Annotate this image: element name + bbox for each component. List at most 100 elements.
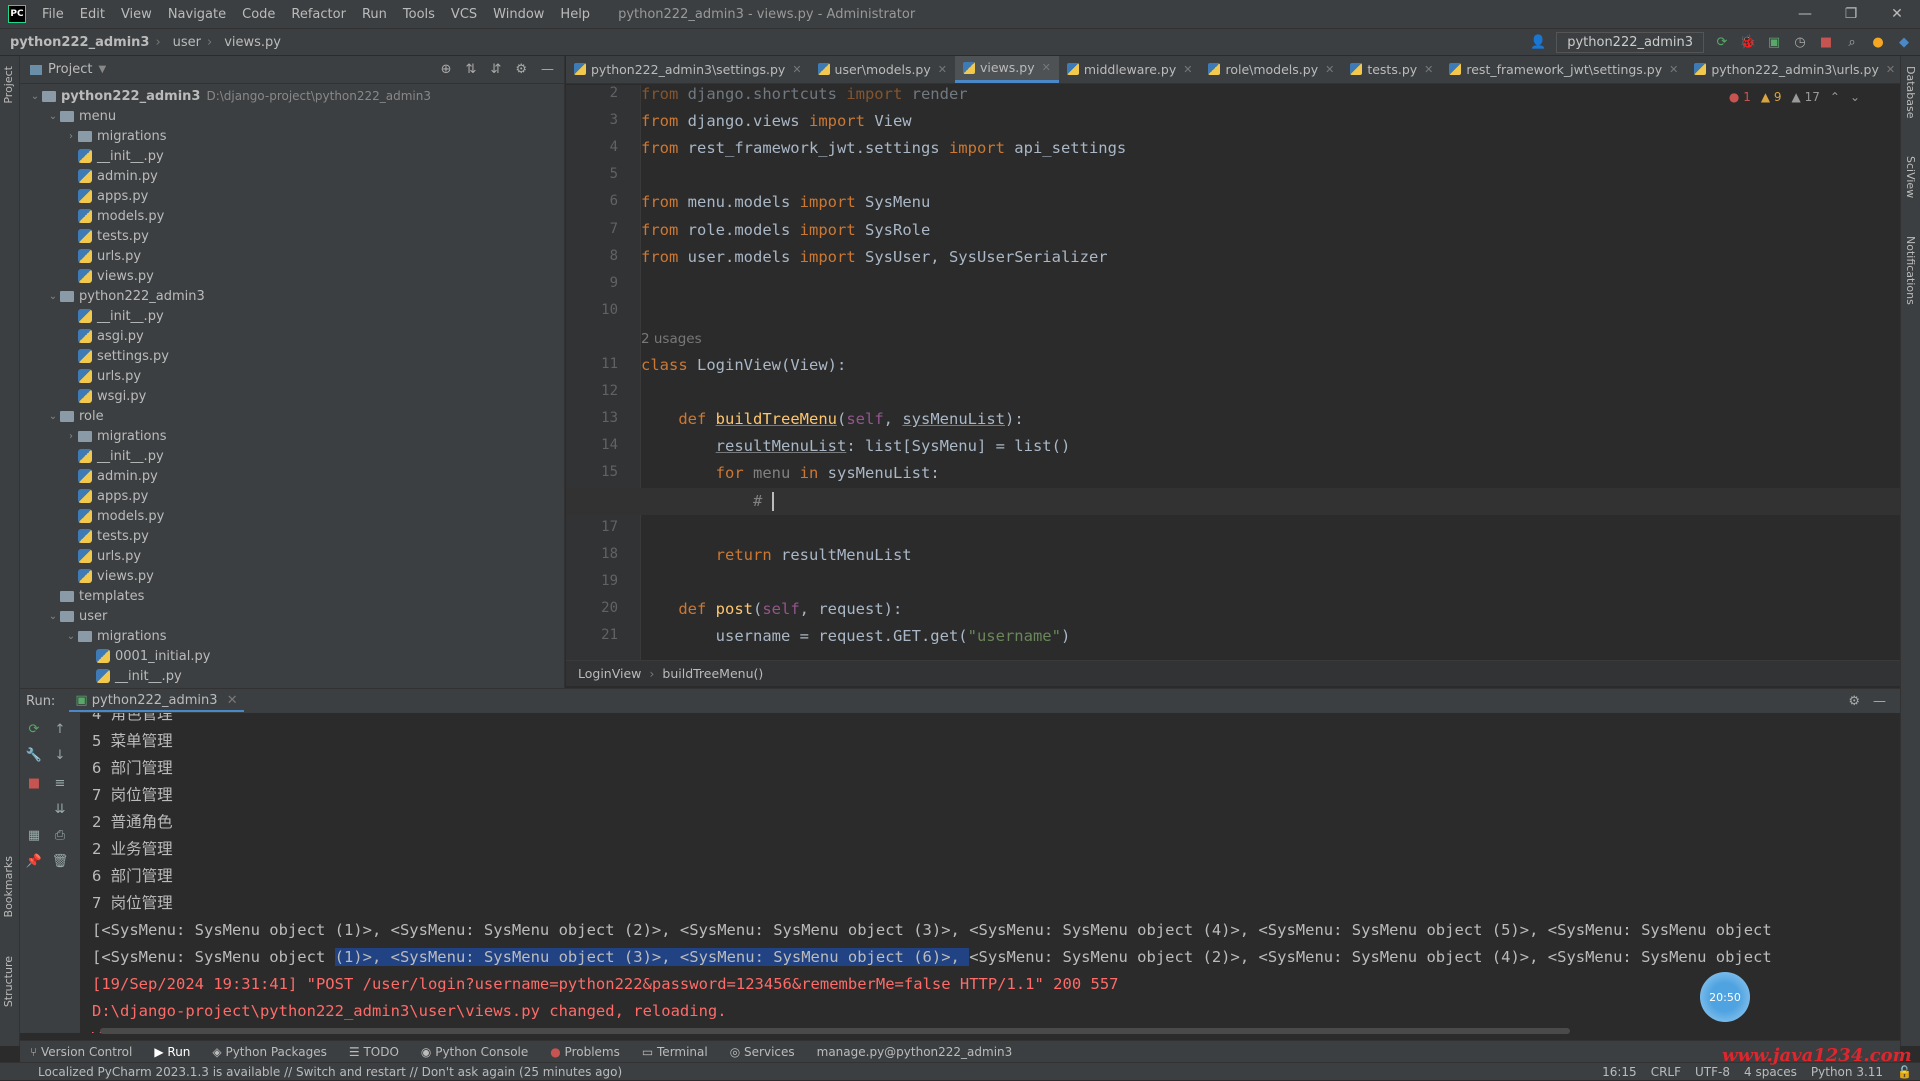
breadcrumb-folder[interactable]: user <box>163 35 205 50</box>
scroll-to-end-icon[interactable]: ⇊ <box>52 801 68 817</box>
warning-count[interactable]: ▲ 9 <box>1761 90 1782 104</box>
tree-file[interactable]: urls.py <box>20 366 564 386</box>
bookmarks-tool-button[interactable]: Bookmarks <box>2 856 15 917</box>
tree-folder[interactable]: ⌄ python222_admin3 D:\django-project\pytho… <box>20 86 564 106</box>
chevron-up-icon[interactable]: ⌃ <box>1830 90 1840 104</box>
line-separator[interactable]: CRLF <box>1651 1065 1681 1079</box>
editor-tab[interactable]: python222_admin3\urls.py ✕ <box>1686 56 1903 83</box>
chevron-down-icon[interactable]: ⌄ <box>46 411 60 422</box>
code-line[interactable] <box>566 271 1900 298</box>
close-icon[interactable]: ✕ <box>1183 63 1192 76</box>
chevron-right-icon[interactable]: › <box>64 131 78 142</box>
tree-file[interactable]: __init__.py <box>20 446 564 466</box>
update-icon[interactable]: ● <box>1870 35 1886 51</box>
chevron-down-icon[interactable]: ⌄ <box>64 631 78 642</box>
chevron-down-icon[interactable]: ⌄ <box>46 291 60 302</box>
close-icon[interactable]: ✕ <box>227 693 238 708</box>
plugin-icon[interactable]: ◆ <box>1896 35 1912 51</box>
menu-code[interactable]: Code <box>234 7 283 22</box>
tool-window-python-console[interactable]: ◉ Python Console <box>421 1045 528 1059</box>
chevron-right-icon[interactable]: › <box>64 431 78 442</box>
wrench-icon[interactable]: 🔧 <box>26 747 42 763</box>
soft-wrap-icon[interactable]: ≡ <box>52 775 68 791</box>
stop-icon[interactable]: ■ <box>1818 35 1834 51</box>
coverage-icon[interactable]: ▣ <box>1766 35 1782 51</box>
editor-tab[interactable]: user\models.py ✕ <box>810 56 955 83</box>
gear-icon[interactable]: ⚙ <box>1848 694 1860 709</box>
tree-file[interactable]: apps.py <box>20 186 564 206</box>
caret-position[interactable]: 16:15 <box>1602 1065 1637 1079</box>
breadcrumb-class[interactable]: LoginView <box>578 666 641 681</box>
breadcrumb-file[interactable]: views.py <box>214 35 285 50</box>
tree-file[interactable]: admin.py <box>20 166 564 186</box>
code-line[interactable]: from role.models import SysRole <box>566 217 1900 244</box>
run-configuration-select[interactable]: python222_admin3 <box>1556 32 1704 53</box>
tree-file[interactable]: urls.py <box>20 546 564 566</box>
code-line[interactable] <box>566 379 1900 406</box>
code-line[interactable] <box>566 298 1900 325</box>
run-console[interactable]: 4 角色管理 5 菜单管理 6 部门管理 7 岗位管理 2 普通角色 2 业务管理 6 部门… <box>80 713 1900 1033</box>
chevron-down-icon[interactable]: ⌄ <box>1850 90 1860 104</box>
database-tool-button[interactable]: Database <box>1904 66 1917 119</box>
status-message[interactable]: Localized PyCharm 2023.1.3 is available … <box>38 1065 622 1079</box>
code-line[interactable]: from menu.models import SysMenu <box>566 189 1900 216</box>
search-icon[interactable]: ⌕ <box>1844 35 1860 51</box>
project-tool-button[interactable]: Project <box>2 66 15 104</box>
code-line[interactable]: from django.views import View <box>566 108 1900 135</box>
code-line[interactable]: username = request.GET.get("username") <box>566 623 1900 650</box>
code-line[interactable]: # <box>566 487 1900 515</box>
close-icon[interactable]: ✕ <box>1886 63 1895 76</box>
close-icon[interactable]: ✕ <box>1042 61 1051 74</box>
code-line[interactable]: 2 usages <box>566 325 1900 352</box>
tree-file[interactable]: wsgi.py <box>20 386 564 406</box>
editor-tab[interactable]: python222_admin3\settings.py ✕ <box>566 56 810 83</box>
breadcrumb-method[interactable]: buildTreeMenu() <box>662 666 763 681</box>
code-line[interactable] <box>566 569 1900 596</box>
hide-icon[interactable]: — <box>541 62 554 77</box>
tool-window-services[interactable]: ◎ Services <box>730 1045 795 1059</box>
tree-folder[interactable]: › migrations <box>20 426 564 446</box>
close-icon[interactable]: ✕ <box>938 63 947 76</box>
tree-folder[interactable]: ⌄ user <box>20 606 564 626</box>
minimize-icon[interactable]: — <box>1782 0 1828 28</box>
tool-window-manage-py-python222-admin3[interactable]: manage.py@python222_admin3 <box>817 1045 1013 1059</box>
code-line[interactable] <box>566 162 1900 189</box>
rerun-icon[interactable]: ⟳ <box>26 721 42 737</box>
weak-warning-count[interactable]: ▲ 17 <box>1792 90 1820 104</box>
tree-folder[interactable]: ⌄ python222_admin3 <box>20 286 564 306</box>
code-line[interactable]: resultMenuList: list[SysMenu] = list() <box>566 433 1900 460</box>
tree-file[interactable]: urls.py <box>20 246 564 266</box>
tool-window-python-packages[interactable]: ◈ Python Packages <box>212 1045 326 1059</box>
arrow-down-icon[interactable]: ↓ <box>52 747 68 763</box>
expand-all-icon[interactable]: ⇅ <box>466 62 477 77</box>
inspection-widget[interactable]: ● 1 ▲ 9 ▲ 17 ⌃ ⌄ <box>1729 90 1860 104</box>
chevron-down-icon[interactable]: ⌄ <box>46 111 60 122</box>
code-editor[interactable]: 23456789101112131415161718192021 from dj… <box>566 85 1900 660</box>
trash-icon[interactable]: 🗑 <box>52 853 69 869</box>
sciview-tool-button[interactable]: SciView <box>1904 156 1917 198</box>
code-line[interactable]: def post(self, request): <box>566 596 1900 623</box>
menu-vcs[interactable]: VCS <box>443 7 485 22</box>
code-line[interactable]: for menu in sysMenuList: <box>566 460 1900 487</box>
tool-window-problems[interactable]: ● Problems <box>550 1045 620 1059</box>
gear-icon[interactable]: ⚙ <box>515 62 527 77</box>
editor-tab[interactable]: rest_framework_jwt\settings.py ✕ <box>1441 56 1686 83</box>
indent-setting[interactable]: 4 spaces <box>1744 1065 1797 1079</box>
arrow-up-icon[interactable]: ↑ <box>52 721 68 737</box>
menu-window[interactable]: Window <box>485 7 552 22</box>
tree-file[interactable]: apps.py <box>20 486 564 506</box>
menu-navigate[interactable]: Navigate <box>160 7 234 22</box>
chevron-down-icon[interactable]: ⌄ <box>46 611 60 622</box>
console-horizontal-scrollbar[interactable] <box>100 1028 1570 1034</box>
tree-file[interactable]: views.py <box>20 266 564 286</box>
tree-folder[interactable]: templates <box>20 586 564 606</box>
menu-file[interactable]: File <box>34 7 72 22</box>
run-tab[interactable]: ▣ python222_admin3 ✕ <box>69 691 244 712</box>
close-icon[interactable]: ✕ <box>792 63 801 76</box>
layout-icon[interactable]: ▦ <box>26 827 42 843</box>
close-icon[interactable]: ✕ <box>1424 63 1433 76</box>
close-icon[interactable]: ✕ <box>1669 63 1678 76</box>
project-panel-title[interactable]: Project <box>48 62 92 77</box>
tree-file[interactable]: __init__.py <box>20 666 564 686</box>
tree-file[interactable]: __init__.py <box>20 306 564 326</box>
